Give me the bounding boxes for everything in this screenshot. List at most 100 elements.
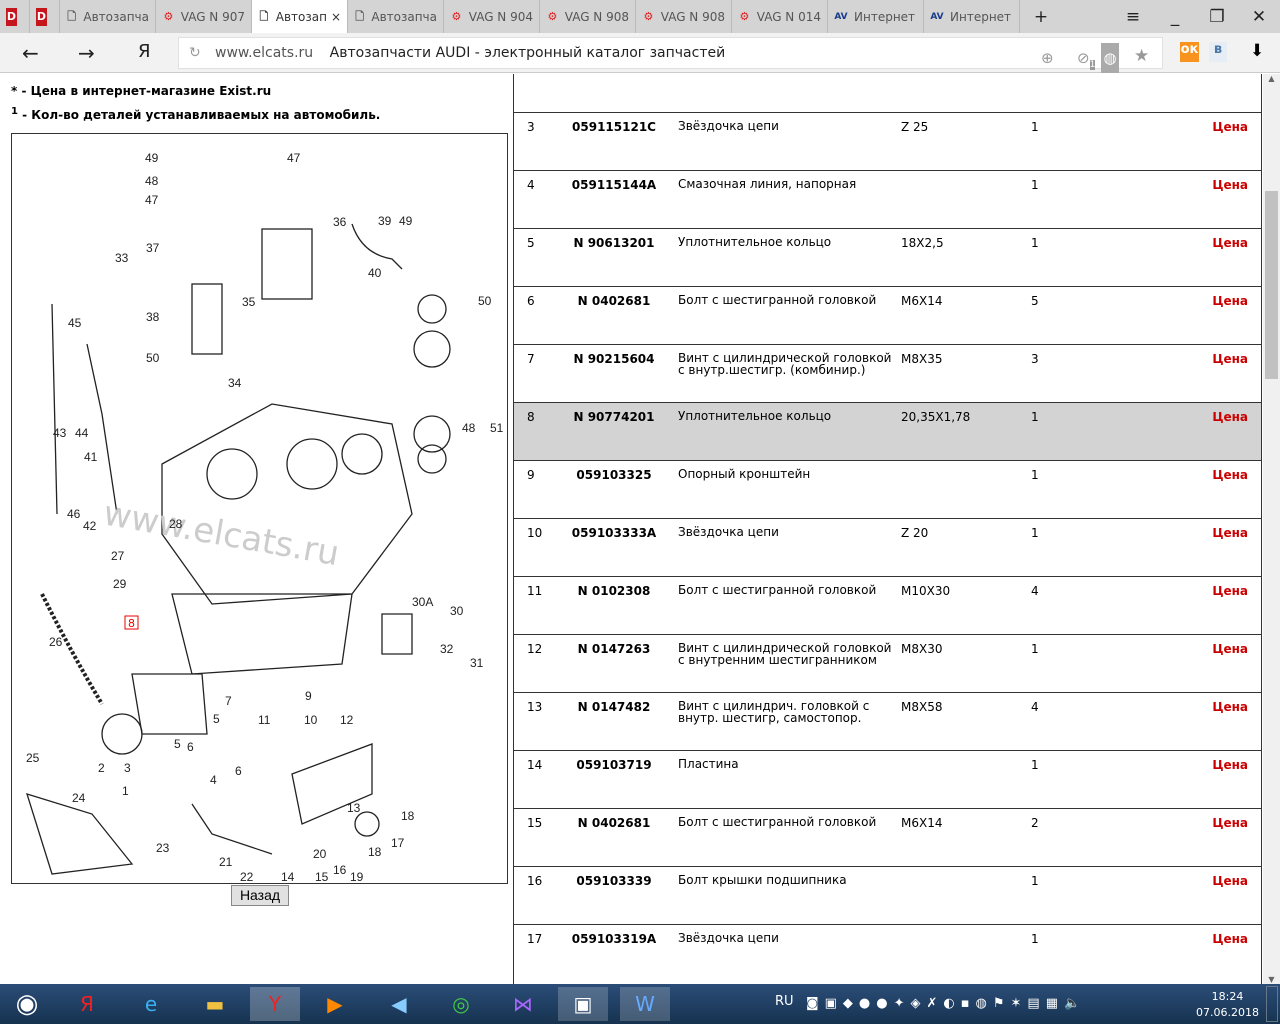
tab[interactable]: 🗋 Автозапча: [348, 0, 444, 33]
diagram-callout[interactable]: 5: [213, 712, 220, 726]
part-number[interactable]: N 0147482: [559, 700, 669, 714]
diagram-callout[interactable]: 29: [113, 577, 127, 591]
taskbar-vs-icon[interactable]: ⋈: [498, 987, 548, 1021]
diagram-callout[interactable]: 11: [258, 713, 271, 727]
price-link[interactable]: Цена: [1212, 352, 1248, 366]
diagram-callout[interactable]: 21: [219, 855, 233, 869]
diagram-callout[interactable]: 30: [450, 604, 464, 618]
tab[interactable]: ⚙ VAG N 014: [732, 0, 828, 33]
part-number[interactable]: 059115121C: [559, 120, 669, 134]
diagram-callout[interactable]: 18: [401, 809, 415, 823]
diagram-callout[interactable]: 47: [145, 193, 159, 207]
diagram-callout[interactable]: 23: [156, 841, 170, 855]
part-number[interactable]: 059115144A: [559, 178, 669, 192]
close-tab-icon[interactable]: ×: [331, 10, 341, 24]
clock[interactable]: 18:24 07.06.2018: [1196, 989, 1259, 1021]
diagram-callout[interactable]: 27: [111, 549, 125, 563]
zoom-icon[interactable]: ⊕: [1041, 43, 1054, 73]
taskbar-explorer-icon[interactable]: ▬: [190, 987, 240, 1021]
diagram-callout[interactable]: 37: [146, 241, 160, 255]
taskbar-ie-icon[interactable]: e: [126, 987, 176, 1021]
diagram-callout[interactable]: 26: [49, 635, 63, 649]
diagram-callout[interactable]: 6: [235, 764, 242, 778]
part-number[interactable]: 059103333A: [559, 526, 669, 540]
diagram-callout[interactable]: 25: [26, 751, 40, 765]
diagram-callout[interactable]: 32: [440, 642, 454, 656]
price-link[interactable]: Цена: [1212, 642, 1248, 656]
taskbar-yandex-browser-icon[interactable]: Y: [250, 987, 300, 1021]
tab[interactable]: ⚙ VAG N 907: [156, 0, 252, 33]
diagram-callout[interactable]: 22: [240, 870, 254, 884]
diagram-callout[interactable]: 49: [399, 214, 413, 228]
tab[interactable]: 🗋 Автозапча: [60, 0, 156, 33]
taskbar-app-icon[interactable]: ▣: [558, 987, 608, 1021]
diagram-callout[interactable]: 39: [378, 214, 392, 228]
diagram-callout[interactable]: 20: [313, 847, 327, 861]
diagram-callout[interactable]: 9: [305, 689, 312, 703]
tab[interactable]: AV Интернет: [924, 0, 1020, 33]
price-link[interactable]: Цена: [1212, 700, 1248, 714]
diagram-callout[interactable]: 42: [83, 519, 97, 533]
diagram-callout[interactable]: 19: [350, 870, 364, 884]
diagram-callout[interactable]: 34: [228, 376, 242, 390]
menu-icon[interactable]: ≡: [1112, 7, 1154, 27]
price-link[interactable]: Цена: [1212, 932, 1248, 946]
diagram-callout[interactable]: 7: [225, 694, 232, 708]
diagram-callout[interactable]: 46: [67, 507, 81, 521]
diagram-callout[interactable]: 15: [315, 870, 329, 884]
back-arrow-icon[interactable]: ←: [22, 41, 39, 65]
diagram-callout[interactable]: 51: [490, 421, 504, 435]
price-link[interactable]: Цена: [1212, 236, 1248, 250]
tab[interactable]: D: [0, 0, 30, 33]
diagram-callout[interactable]: 30A: [412, 595, 433, 609]
forward-arrow-icon[interactable]: →: [78, 41, 95, 65]
part-number[interactable]: N 0102308: [559, 584, 669, 598]
diagram-callout[interactable]: 14: [281, 870, 295, 884]
diagram-callout[interactable]: 13: [347, 801, 361, 815]
diagram-callout[interactable]: 50: [146, 351, 160, 365]
diagram-callout[interactable]: 40: [368, 266, 382, 280]
price-link[interactable]: Цена: [1212, 468, 1248, 482]
diagram-callout[interactable]: 18: [368, 845, 382, 859]
diagram-callout[interactable]: 50: [478, 294, 492, 308]
taskbar-media-icon[interactable]: ▶: [310, 987, 360, 1021]
taskbar-chrome-icon[interactable]: ◎: [436, 987, 486, 1021]
diagram-callout[interactable]: 44: [75, 426, 89, 440]
diagram-callout[interactable]: 28: [169, 517, 183, 531]
diagram-callout[interactable]: 41: [84, 450, 98, 464]
taskbar-word-icon[interactable]: W: [620, 987, 670, 1021]
price-link[interactable]: Цена: [1212, 526, 1248, 540]
tab[interactable]: 🗋 Автозап ×: [252, 0, 348, 33]
part-number[interactable]: 059103339: [559, 874, 669, 888]
diagram-callout[interactable]: 45: [68, 316, 82, 330]
scrollbar[interactable]: ▲ ▼: [1263, 74, 1280, 984]
show-desktop-button[interactable]: [1266, 986, 1278, 1022]
diagram-callout[interactable]: 43: [53, 426, 67, 440]
diagram-callout[interactable]: 16: [333, 863, 347, 877]
star-icon[interactable]: ★: [1134, 41, 1149, 71]
url-field[interactable]: ↻ www.elcats.ru Автозапчасти AUDI - элек…: [178, 37, 1163, 73]
diagram-callout[interactable]: 17: [391, 836, 405, 850]
diagram-callout[interactable]: 5: [174, 737, 181, 751]
diagram-callout[interactable]: 48: [462, 421, 476, 435]
diagram-callout[interactable]: 6: [187, 740, 194, 754]
diagram-callout[interactable]: 10: [304, 713, 318, 727]
diagram-callout[interactable]: 33: [115, 251, 129, 265]
tab[interactable]: AV Интернет: [828, 0, 924, 33]
taskbar-yandex-icon[interactable]: Я: [62, 987, 112, 1021]
globe-icon[interactable]: ◍: [1101, 43, 1119, 73]
part-number[interactable]: N 0402681: [559, 816, 669, 830]
scrollbar-thumb[interactable]: [1265, 191, 1278, 379]
price-link[interactable]: Цена: [1212, 294, 1248, 308]
scroll-down-icon[interactable]: ▼: [1263, 975, 1280, 984]
scroll-up-icon[interactable]: ▲: [1263, 74, 1280, 83]
back-button[interactable]: Назад: [231, 885, 289, 906]
tab[interactable]: D: [30, 0, 60, 33]
diagram-callout[interactable]: 47: [287, 151, 301, 165]
new-tab-button[interactable]: +: [1020, 7, 1062, 27]
diagram-callout[interactable]: 2: [98, 761, 105, 775]
highlighted-callout[interactable]: 8: [128, 617, 135, 630]
diagram-callout[interactable]: 36: [333, 215, 347, 229]
yandex-button[interactable]: Я: [138, 41, 151, 62]
price-link[interactable]: Цена: [1212, 584, 1248, 598]
